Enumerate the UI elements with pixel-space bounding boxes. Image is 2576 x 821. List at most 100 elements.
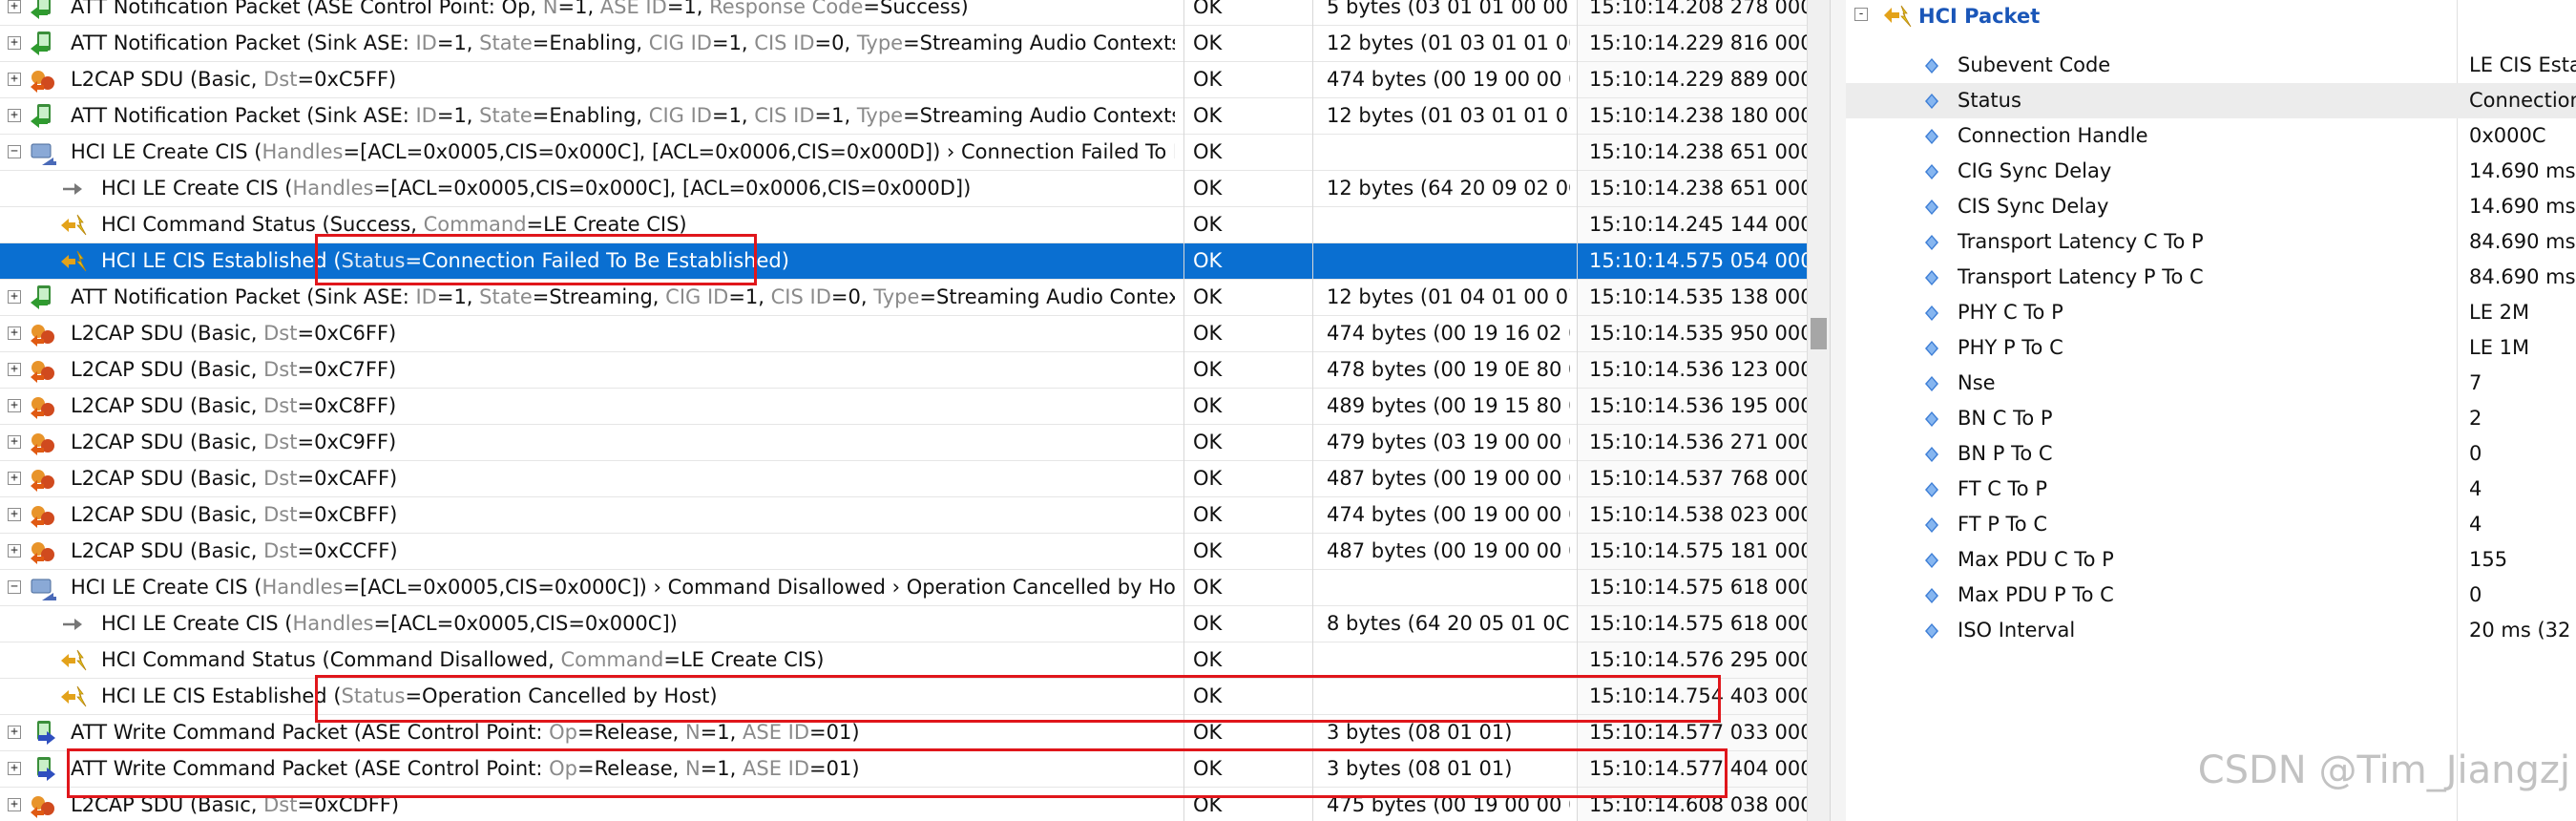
expand-toggle[interactable]: + <box>8 326 21 340</box>
detail-field-row[interactable]: Max PDU P To C 0 <box>1846 578 2576 613</box>
expand-toggle[interactable]: + <box>8 363 21 376</box>
timestamp-cell: 15:10:14.536 271 000 <box>1589 431 1807 453</box>
size-cell: 479 bytes (03 19 00 00 01 <box>1327 431 1570 453</box>
detail-field-row[interactable]: BN P To C 0 <box>1846 436 2576 472</box>
size-cell: 12 bytes (01 03 01 01 00 07 0 <box>1327 32 1570 54</box>
detail-field-value: 4 <box>2469 477 2482 500</box>
expand-toggle[interactable]: + <box>8 399 21 412</box>
expand-toggle[interactable]: + <box>8 726 21 739</box>
detail-field-row[interactable]: Nse 7 <box>1846 366 2576 401</box>
table-row[interactable]: HCI LE Create CIS (Handles=[ACL=0x0005,C… <box>0 606 1807 642</box>
packet-summary: L2CAP SDU (Basic, Dst=0xC5FF) <box>71 62 396 97</box>
size-cell: 474 bytes (00 19 16 02 01 <box>1327 322 1570 345</box>
size-cell: 3 bytes (08 01 01) <box>1327 757 1513 780</box>
expand-toggle[interactable]: + <box>8 109 21 122</box>
details-title: HCI Packet <box>1918 5 2041 28</box>
table-row[interactable]: + L2CAP SDU (Basic, Dst=0xC7FF) OK 478 byte… <box>0 352 1807 389</box>
table-row[interactable]: + ATT Write Command Packet (ASE Control P… <box>0 715 1807 751</box>
field-diamond-icon <box>1925 305 1938 321</box>
l2cap-icon <box>29 465 57 494</box>
field-text: =[ACL=0x0005,CIS=0x000C], [ACL=0x0006,CI… <box>373 177 972 200</box>
table-row[interactable]: + ATT Notification Packet (Sink ASE: ID=1… <box>0 280 1807 316</box>
scrollbar-thumb[interactable] <box>1811 318 1827 349</box>
packet-name-cell: + L2CAP SDU (Basic, Dst=0xCCFF) <box>0 534 1175 569</box>
field-text: L2CAP SDU (Basic, <box>71 539 264 562</box>
detail-field-row[interactable]: PHY P To C LE 1M <box>1846 330 2576 366</box>
table-row[interactable]: + L2CAP SDU (Basic, Dst=0xC8FF) OK 489 byte… <box>0 389 1807 425</box>
expand-toggle[interactable]: + <box>8 762 21 775</box>
packet-name-cell: + L2CAP SDU (Basic, Dst=0xCBFF) <box>0 497 1175 533</box>
expand-toggle[interactable]: + <box>8 36 21 50</box>
detail-field-row[interactable]: ISO Interval 20 ms (32 S <box>1846 613 2576 648</box>
status-cell: OK <box>1193 612 1223 635</box>
field-text: L2CAP SDU (Basic, <box>71 793 264 816</box>
collapse-toggle[interactable]: − <box>8 145 21 158</box>
timestamp-cell: 15:10:14.238 651 000 <box>1589 140 1807 163</box>
table-row[interactable]: HCI Command Status (Success, Command=LE … <box>0 207 1807 243</box>
field-diamond-icon <box>1925 129 1938 144</box>
expand-toggle[interactable]: + <box>8 798 21 811</box>
status-cell: OK <box>1193 322 1223 345</box>
table-row[interactable]: + ATT Notification Packet (ASE Control Po… <box>0 0 1807 26</box>
expand-toggle[interactable]: + <box>8 0 21 13</box>
collapse-toggle[interactable]: - <box>1854 8 1868 21</box>
detail-field-row[interactable]: PHY C To P LE 2M <box>1846 295 2576 330</box>
table-row[interactable]: + L2CAP SDU (Basic, Dst=0xCCFF) OK 487 byte… <box>0 534 1807 570</box>
field-diamond-icon <box>1925 623 1938 639</box>
table-row[interactable]: + ATT Notification Packet (Sink ASE: ID=1… <box>0 26 1807 62</box>
field-text: =0, <box>830 285 874 308</box>
status-cell: OK <box>1193 0 1223 18</box>
packet-name-cell: + ATT Notification Packet (Sink ASE: ID=1… <box>0 280 1175 315</box>
expand-toggle[interactable]: + <box>8 508 21 521</box>
detail-field-row[interactable]: FT C To P 4 <box>1846 472 2576 507</box>
size-cell <box>1327 570 1570 605</box>
detail-field-row[interactable]: Status Connection <box>1846 83 2576 118</box>
detail-field-row[interactable]: BN C To P 2 <box>1846 401 2576 436</box>
table-row[interactable]: HCI LE CIS Established (Status=Connectio… <box>0 243 1807 280</box>
detail-field-row[interactable]: CIS Sync Delay 14.690 ms <box>1846 189 2576 224</box>
table-row[interactable]: + ATT Write Command Packet (ASE Control P… <box>0 751 1807 788</box>
expand-toggle[interactable]: + <box>8 472 21 485</box>
table-row[interactable]: + L2CAP SDU (Basic, Dst=0xCDFF) OK 475 byte… <box>0 788 1807 821</box>
table-row[interactable]: + ATT Notification Packet (Sink ASE: ID=1… <box>0 98 1807 135</box>
table-row[interactable]: HCI LE Create CIS (Handles=[ACL=0x0005,C… <box>0 171 1807 207</box>
table-row[interactable]: + L2CAP SDU (Basic, Dst=0xC5FF) OK 474 byte… <box>0 62 1807 98</box>
detail-field-row[interactable]: FT P To C 4 <box>1846 507 2576 542</box>
packet-list[interactable]: + ATT Notification Packet (ASE Control Po… <box>0 0 1807 821</box>
size-cell: 12 bytes (01 03 01 01 07 0 <box>1327 104 1570 127</box>
field-label: Dst <box>263 431 298 453</box>
vertical-scrollbar[interactable] <box>1807 0 1831 821</box>
detail-field-name: ISO Interval <box>1958 619 2076 642</box>
field-label: Type <box>873 285 920 308</box>
status-cell: OK <box>1193 576 1223 599</box>
collapse-toggle[interactable]: − <box>8 580 21 594</box>
splitter[interactable] <box>1830 0 1847 821</box>
field-text: =1, <box>814 104 857 127</box>
table-row[interactable]: + L2CAP SDU (Basic, Dst=0xC6FF) OK 474 byte… <box>0 316 1807 352</box>
table-row[interactable]: + L2CAP SDU (Basic, Dst=0xC9FF) OK 479 byte… <box>0 425 1807 461</box>
table-row[interactable]: + L2CAP SDU (Basic, Dst=0xCAFF) OK 487 byte… <box>0 461 1807 497</box>
table-row[interactable]: HCI Command Status (Command Disallowed, … <box>0 642 1807 679</box>
status-cell: OK <box>1193 648 1223 671</box>
field-text: =Streaming Audio Contexts, M... <box>903 104 1175 127</box>
expand-toggle[interactable]: + <box>8 290 21 304</box>
field-text: =0xC7FF) <box>297 358 397 381</box>
table-row[interactable]: − HCI LE Create CIS (Handles=[ACL=0x0005,… <box>0 570 1807 606</box>
expand-toggle[interactable]: + <box>8 544 21 558</box>
status-cell: OK <box>1193 213 1223 236</box>
detail-field-row[interactable]: Subevent Code LE CIS Estal <box>1846 48 2576 83</box>
packet-summary: L2CAP SDU (Basic, Dst=0xC8FF) <box>71 389 396 424</box>
expand-toggle[interactable]: + <box>8 73 21 86</box>
table-row[interactable]: HCI LE CIS Established (Status=Operation… <box>0 679 1807 715</box>
detail-field-row[interactable]: Transport Latency P To C 84.690 ms <box>1846 260 2576 295</box>
field-label: Op <box>549 757 577 780</box>
packet-summary: L2CAP SDU (Basic, Dst=0xCBFF) <box>71 497 397 533</box>
detail-field-row[interactable]: Transport Latency C To P 84.690 ms <box>1846 224 2576 260</box>
detail-field-row[interactable]: Connection Handle 0x000C <box>1846 118 2576 154</box>
field-text: =0xC6FF) <box>297 322 397 345</box>
detail-field-row[interactable]: CIG Sync Delay 14.690 ms <box>1846 154 2576 189</box>
expand-toggle[interactable]: + <box>8 435 21 449</box>
table-row[interactable]: − HCI LE Create CIS (Handles=[ACL=0x0005,… <box>0 135 1807 171</box>
table-row[interactable]: + L2CAP SDU (Basic, Dst=0xCBFF) OK 474 byte… <box>0 497 1807 534</box>
detail-field-row[interactable]: Max PDU C To P 155 <box>1846 542 2576 578</box>
